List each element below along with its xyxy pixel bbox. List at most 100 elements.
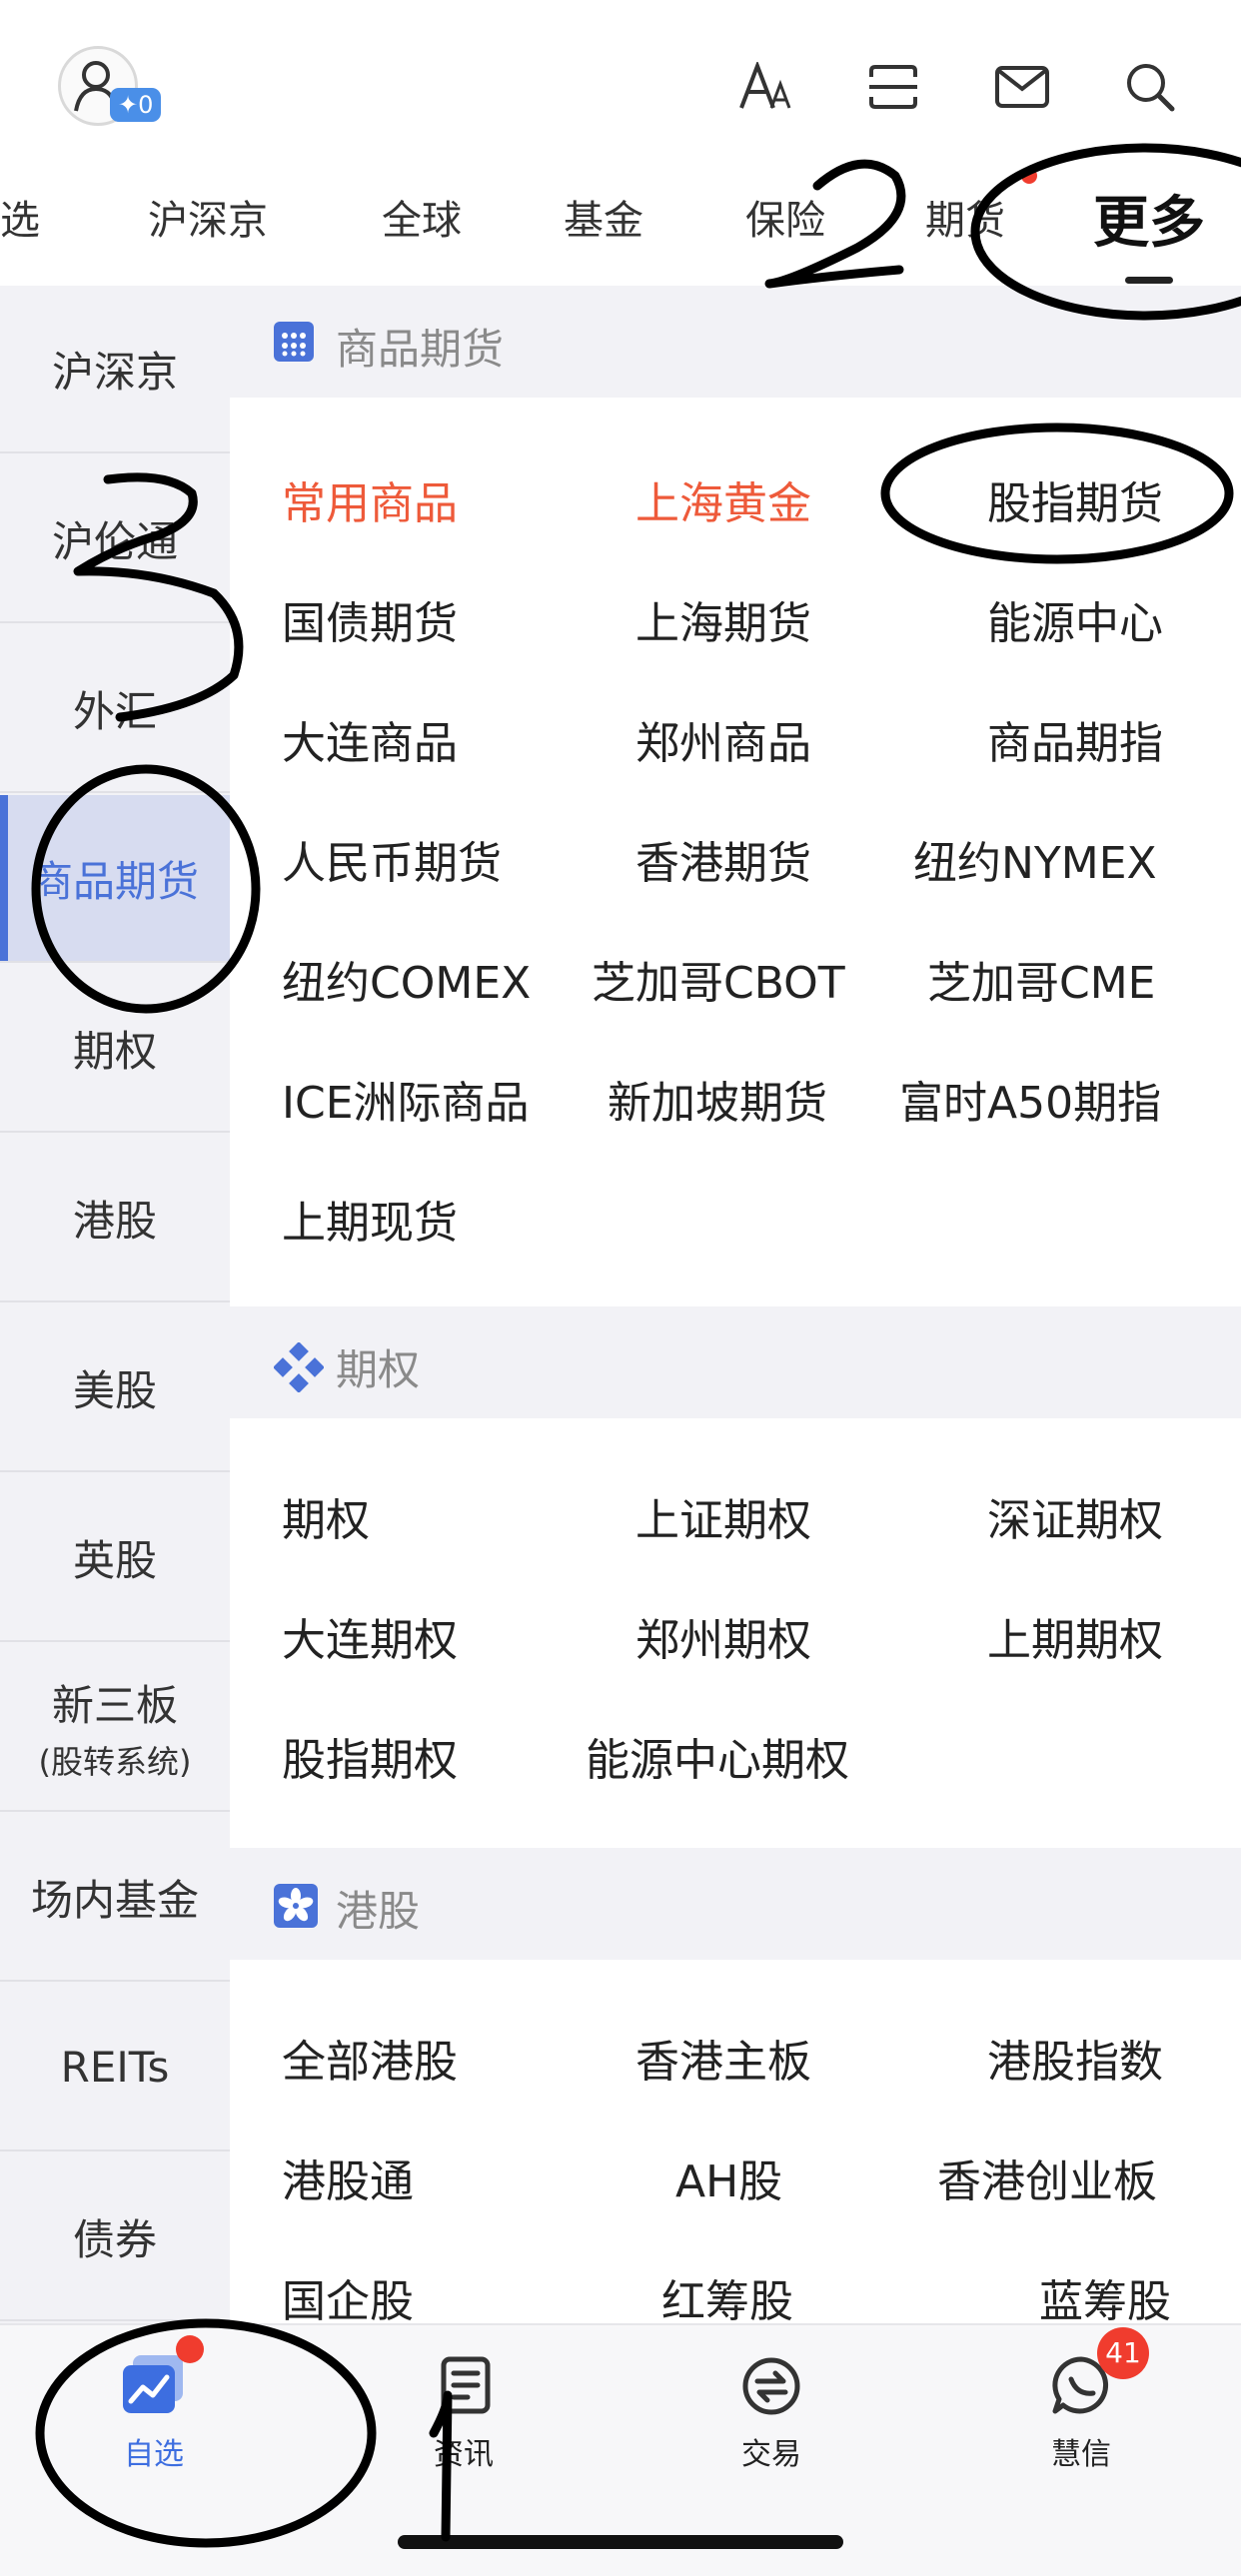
section-header-options: 期权	[230, 1306, 1241, 1418]
market-link[interactable]: 人民币期货	[282, 827, 502, 891]
section-header-hk-stocks: 港股	[230, 1848, 1241, 1960]
sidebar-item-label: 沪伦通	[51, 516, 178, 566]
market-link[interactable]: ICE洲际商品	[282, 1067, 530, 1131]
sidebar-item-hk-stocks[interactable]: 港股	[0, 1135, 230, 1302]
sidebar-item-label: 商品期货	[30, 856, 199, 906]
market-link[interactable]: 港股通	[282, 2146, 414, 2209]
tab-active-indicator	[1125, 277, 1173, 284]
section-header-commodity-futures: 商品期货	[230, 286, 1241, 398]
section-title: 期权	[336, 1345, 421, 1394]
market-link[interactable]: 纽约COMEX	[282, 947, 531, 1011]
sidebar-item-etf[interactable]: 场内基金	[0, 1814, 230, 1982]
nav-news[interactable]: 资讯	[384, 2355, 544, 2473]
market-link[interactable]: 芝加哥CBOT	[592, 947, 845, 1011]
chat-bubble-icon	[1049, 2356, 1113, 2421]
market-link[interactable]: 纽约NYMEX	[913, 827, 1157, 891]
points-badge[interactable]: ✦0	[110, 88, 162, 122]
market-link[interactable]: 上期期权	[987, 1604, 1163, 1668]
market-link[interactable]: 国企股	[282, 2265, 414, 2329]
home-indicator	[398, 2535, 843, 2549]
tab-global[interactable]: 全球	[382, 188, 462, 246]
sidebar-item-label: 新三板	[51, 1680, 178, 1730]
hk-flower-icon	[274, 1884, 318, 1932]
tab-futures[interactable]: 期货	[925, 188, 1005, 246]
sidebar-item-neeq[interactable]: 新三板 (股转系统)	[0, 1644, 230, 1812]
nav-label: 交易	[741, 2437, 801, 2472]
news-icon	[432, 2356, 496, 2421]
market-link[interactable]: 大连期权	[282, 1604, 458, 1668]
grid-icon	[274, 322, 314, 366]
market-link[interactable]: 全部港股	[282, 2026, 458, 2090]
options-icon	[273, 1341, 325, 1396]
watchlist-chart-icon	[119, 2355, 189, 2421]
sidebar-item-uk-stocks[interactable]: 英股	[0, 1474, 230, 1642]
market-link[interactable]: 郑州期权	[635, 1604, 811, 1668]
market-link[interactable]: 上海期货	[635, 587, 811, 651]
nav-label: 慧信	[1051, 2437, 1111, 2472]
sidebar-item-hushenjing[interactable]: 沪深京	[0, 286, 230, 453]
market-link[interactable]: 期权	[282, 1484, 370, 1548]
category-sidebar: 沪深京 沪伦通 外汇 商品期货 期权 港股 美股 英股 新三板 (股转系统) 场…	[0, 286, 230, 2323]
market-link[interactable]: 富时A50期指	[899, 1067, 1161, 1131]
market-link[interactable]: 上证期权	[635, 1484, 811, 1548]
sidebar-item-reits[interactable]: REITs	[0, 1984, 230, 2151]
market-link[interactable]: 深证期权	[987, 1484, 1163, 1548]
market-link[interactable]: 香港期货	[635, 827, 811, 891]
sidebar-item-label: 港股	[72, 1196, 157, 1246]
market-link[interactable]: 上海黄金	[635, 467, 811, 531]
market-link[interactable]: 商品期指	[987, 707, 1163, 771]
tab-funds[interactable]: 基金	[564, 188, 643, 246]
market-link[interactable]: 股指期货	[987, 467, 1163, 531]
nav-trade[interactable]: 交易	[691, 2355, 851, 2473]
sidebar-item-us-stocks[interactable]: 美股	[0, 1304, 230, 1472]
notification-dot	[176, 2335, 204, 2363]
tab-watchlist[interactable]: 选	[0, 188, 40, 246]
nav-label: 自选	[124, 2437, 184, 2472]
search-icon[interactable]	[1115, 52, 1185, 122]
sidebar-item-huluntong[interactable]: 沪伦通	[0, 455, 230, 623]
tab-more[interactable]: 更多	[1093, 178, 1205, 259]
sidebar-item-label: REITs	[60, 2042, 170, 2092]
tab-futures-dot	[1021, 168, 1037, 184]
market-link[interactable]: 蓝筹股	[1039, 2265, 1171, 2329]
sidebar-item-label: 场内基金	[30, 1875, 199, 1925]
market-link[interactable]: 郑州商品	[635, 707, 811, 771]
sidebar-item-label: 沪深京	[51, 347, 178, 397]
market-link[interactable]: AH股	[675, 2146, 782, 2209]
sidebar-item-bonds[interactable]: 债券	[0, 2153, 230, 2321]
tab-insurance[interactable]: 保险	[745, 188, 825, 246]
market-link[interactable]: 上期现货	[282, 1187, 458, 1251]
market-link[interactable]: 红筹股	[661, 2265, 793, 2329]
message-count-badge: 41	[1097, 2327, 1149, 2379]
market-link[interactable]: 常用商品	[282, 467, 458, 531]
section-title: 港股	[336, 1887, 421, 1936]
sidebar-item-forex[interactable]: 外汇	[0, 625, 230, 793]
market-link[interactable]: 新加坡期货	[608, 1067, 827, 1131]
sidebar-item-commodity-futures[interactable]: 商品期货	[0, 795, 230, 963]
market-link[interactable]: 香港主板	[635, 2026, 811, 2090]
market-link[interactable]: 香港创业板	[937, 2146, 1157, 2209]
sidebar-item-options[interactable]: 期权	[0, 965, 230, 1133]
nav-label: 资讯	[434, 2437, 494, 2472]
market-link[interactable]: 国债期货	[282, 587, 458, 651]
sidebar-item-label: 英股	[72, 1535, 157, 1585]
nav-watchlist[interactable]: 自选	[74, 2355, 234, 2473]
top-header: ✦0	[0, 0, 1241, 175]
market-link[interactable]: 芝加哥CME	[927, 947, 1156, 1011]
market-link[interactable]: 能源中心期权	[586, 1724, 849, 1788]
market-link[interactable]: 能源中心	[987, 587, 1163, 651]
tab-hushenjing[interactable]: 沪深京	[148, 188, 268, 246]
scan-icon[interactable]	[858, 52, 928, 122]
sidebar-item-label: 期权	[72, 1026, 157, 1076]
sidebar-item-label: 债券	[72, 2214, 157, 2264]
trade-exchange-icon	[739, 2357, 803, 2421]
sidebar-item-sublabel: (股转系统)	[38, 1742, 192, 1781]
section-title: 商品期货	[336, 325, 505, 374]
market-link[interactable]: 大连商品	[282, 707, 458, 771]
sidebar-item-label: 外汇	[72, 686, 157, 736]
market-link[interactable]: 港股指数	[987, 2026, 1163, 2090]
sidebar-item-label: 美股	[72, 1365, 157, 1415]
mail-icon[interactable]	[987, 52, 1057, 122]
market-link[interactable]: 股指期权	[282, 1724, 458, 1788]
font-size-icon[interactable]	[730, 52, 800, 122]
